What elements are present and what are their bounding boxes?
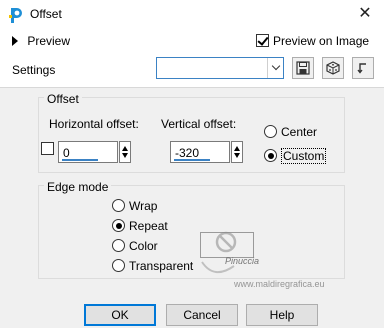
preview-label: Preview xyxy=(27,34,71,48)
horizontal-offset-input[interactable]: 0 xyxy=(58,141,118,163)
preview-on-image-check[interactable] xyxy=(256,34,269,47)
custom-radio-dot[interactable] xyxy=(264,149,277,162)
spin-up-icon[interactable] xyxy=(234,146,240,151)
repeat-label: Repeat xyxy=(129,219,168,233)
custom-label: Custom xyxy=(281,148,327,164)
spin-down-icon[interactable] xyxy=(234,153,240,158)
settings-dropdown[interactable] xyxy=(156,57,284,79)
wrap-radio-dot[interactable] xyxy=(112,199,125,212)
help-button[interactable]: Help xyxy=(246,304,318,326)
horizontal-offset-value: 0 xyxy=(63,146,70,160)
vertical-offset-input[interactable]: -320 xyxy=(170,141,230,163)
vertical-offset-spinner[interactable] xyxy=(231,141,243,163)
transparent-label: Transparent xyxy=(129,259,194,273)
ok-button[interactable]: OK xyxy=(84,304,156,326)
preview-expander[interactable]: Preview xyxy=(12,34,70,50)
spin-down-icon[interactable] xyxy=(122,153,128,158)
chevron-down-icon[interactable] xyxy=(267,58,283,78)
cancel-button[interactable]: Cancel xyxy=(166,304,238,326)
repeat-radio-dot[interactable] xyxy=(112,219,125,232)
watermark-text-2: www.maldiregrafica.eu xyxy=(234,279,325,289)
window-title: Offset xyxy=(30,7,62,21)
wrap-radio[interactable]: Wrap xyxy=(112,199,157,213)
preview-on-image-label: Preview on Image xyxy=(273,34,370,48)
transparent-radio-dot[interactable] xyxy=(112,259,125,272)
paint-palette-icon xyxy=(9,8,22,23)
save-preset-button[interactable] xyxy=(292,57,314,79)
center-radio-dot[interactable] xyxy=(264,125,277,138)
settings-label: Settings xyxy=(12,63,56,77)
reset-button[interactable] xyxy=(352,57,374,79)
offset-group-label: Offset xyxy=(44,92,82,106)
watermark-text-1: Pinuccia xyxy=(225,256,260,266)
center-label: Center xyxy=(281,125,318,139)
horizontal-offset-label: Horizontal offset: xyxy=(49,117,139,131)
center-radio[interactable]: Center xyxy=(264,125,317,139)
spin-up-icon[interactable] xyxy=(122,146,128,151)
color-label: Color xyxy=(129,239,158,253)
reset-arrow-icon xyxy=(357,63,366,74)
link-offsets-checkbox[interactable] xyxy=(41,142,54,155)
dice-icon xyxy=(326,61,340,75)
horizontal-offset-spinner[interactable] xyxy=(119,141,131,163)
color-radio-dot[interactable] xyxy=(112,239,125,252)
preview-on-image-checkbox[interactable]: Preview on Image xyxy=(256,34,369,48)
vertical-offset-value: -320 xyxy=(175,146,200,160)
custom-radio[interactable]: Custom xyxy=(264,148,327,164)
vertical-offset-label: Vertical offset: xyxy=(161,117,237,131)
color-radio[interactable]: Color xyxy=(112,239,158,253)
wrap-label: Wrap xyxy=(129,199,158,213)
transparent-radio[interactable]: Transparent xyxy=(112,259,193,273)
randomize-button[interactable] xyxy=(322,57,344,79)
close-button[interactable]: ✕ xyxy=(350,2,380,26)
expand-triangle-icon xyxy=(12,36,18,46)
floppy-disk-icon xyxy=(296,61,310,75)
edge-mode-group-label: Edge mode xyxy=(44,180,112,194)
repeat-radio[interactable]: Repeat xyxy=(112,219,168,233)
